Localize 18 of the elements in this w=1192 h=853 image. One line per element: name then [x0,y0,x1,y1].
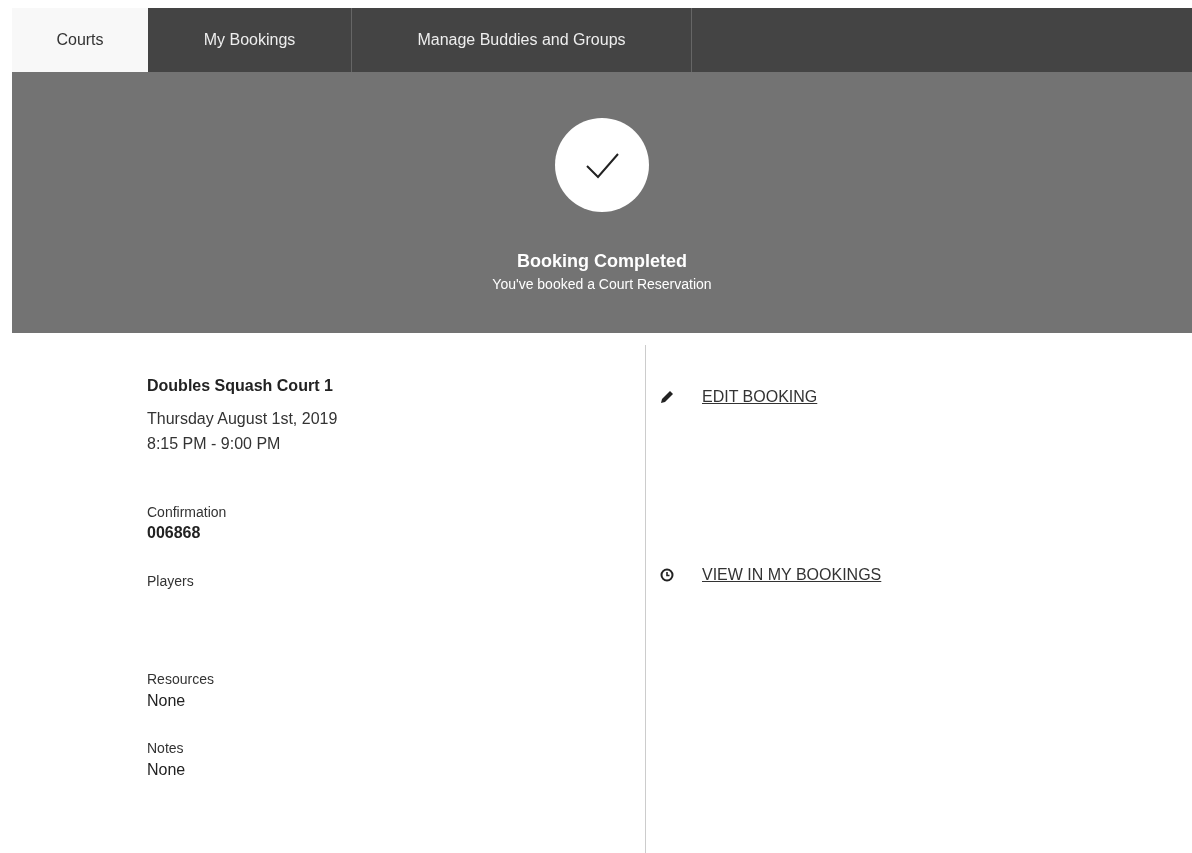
field-label: Players [147,572,195,590]
court-name: Doubles Squash Court 1 [147,376,334,396]
field-label: Resources [147,671,215,689]
check-icon [555,118,649,212]
field-value: 006868 [147,523,202,543]
banner-title: Booking Completed [517,251,687,272]
pencil-icon [660,390,674,404]
field-label: Notes [147,740,185,758]
booking-time: 8:15 PM - 9:00 PM [147,434,282,454]
banner-subtitle: You've booked a Court Reservation [492,276,712,292]
tab[interactable]: Courts [12,8,148,72]
field-label: Confirmation [147,503,228,521]
view-bookings-link[interactable]: VIEW IN MY BOOKINGS [702,566,882,584]
field-value: None [147,760,187,780]
booking-date: Thursday August 1st, 2019 [147,409,339,429]
edit-booking-link[interactable]: EDIT BOOKING [702,388,818,406]
clock-icon [660,568,674,582]
field-value: None [147,691,187,711]
